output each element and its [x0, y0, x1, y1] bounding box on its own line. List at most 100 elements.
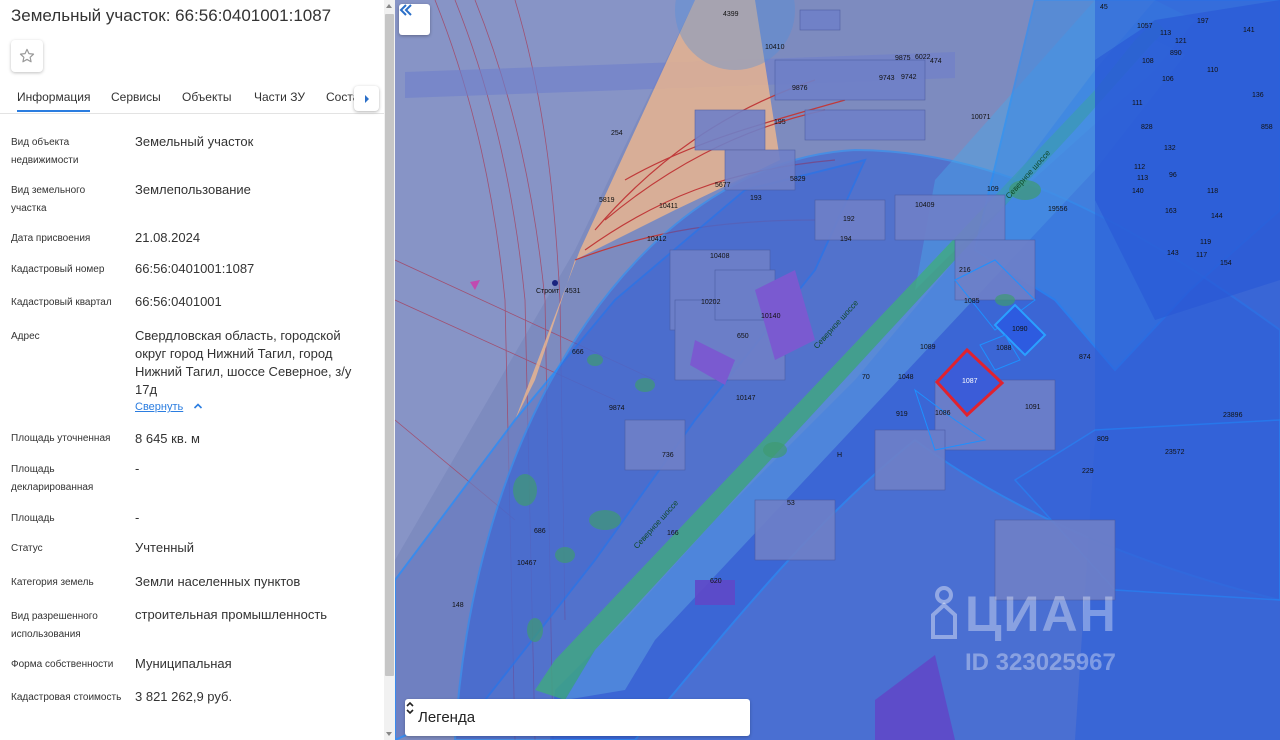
map-label: 108 — [1142, 58, 1154, 65]
collapse-address-link[interactable]: Свернуть — [135, 401, 183, 413]
map-label: 197 — [1197, 18, 1209, 25]
map-label: 96 — [1169, 172, 1177, 179]
map-label: 121 — [1175, 38, 1187, 45]
map-label: 650 — [737, 333, 749, 340]
map-label: 140 — [1132, 188, 1144, 195]
row-value-area-declared: - — [135, 461, 140, 476]
legend-select[interactable]: Легенда — [405, 699, 750, 736]
map-label: 890 — [1170, 50, 1182, 57]
double-chevron-left-icon — [399, 4, 412, 16]
map-canvas[interactable] — [395, 0, 1280, 740]
map-label: 113 — [1160, 30, 1172, 37]
map-label: 163 — [1165, 208, 1177, 215]
map-label: 919 — [896, 411, 908, 418]
cian-logo-icon — [931, 586, 957, 639]
map-label: 10410 — [765, 44, 785, 51]
map-label: 10408 — [710, 253, 730, 260]
map-label: 23896 — [1223, 412, 1243, 419]
row-label-land-category: Категория земель — [11, 577, 94, 588]
map-label: Н — [837, 452, 843, 459]
row-value-land-category: Земли населенных пунктов — [135, 574, 301, 589]
row-label-ownership: Форма собственности — [11, 659, 114, 670]
row-value-cadastral-number: 66:56:0401001:1087 — [135, 261, 255, 276]
row-label-cadastral-value: Кадастровая стоимость — [11, 692, 122, 703]
map-label: 109 — [987, 186, 999, 193]
map-label: 1088 — [996, 345, 1012, 352]
map-label: 216 — [959, 267, 971, 274]
map-label: 111 — [1132, 100, 1143, 107]
row-label-area: Площадь — [11, 513, 55, 524]
map-label: 1091 — [1025, 404, 1041, 411]
row-label-cadastral-number: Кадастровый номер — [11, 264, 105, 275]
map-label: 474 — [930, 58, 942, 65]
map-label: 113 — [1137, 175, 1149, 182]
map-label: 192 — [843, 216, 855, 223]
tab-parts[interactable]: Части ЗУ — [254, 90, 305, 104]
row-value-cadastral-block: 66:56:0401001 — [135, 294, 222, 309]
chevron-up-icon[interactable] — [193, 402, 203, 410]
map-label: 70 — [862, 374, 870, 381]
row-value-object-type: Земельный участок — [135, 134, 254, 149]
map-label: 10411 — [659, 203, 678, 210]
map-label: 1090 — [1012, 326, 1028, 333]
tabs-scroll-right-button[interactable] — [354, 86, 379, 111]
map-label: 9875 — [895, 55, 911, 62]
map-label: 9874 — [609, 405, 625, 412]
watermark-brand: ЦИАН — [965, 586, 1118, 642]
map-label: 809 — [1097, 436, 1109, 443]
row-label-cadastral-block: Кадастровый квартал — [11, 297, 112, 308]
map-label: 132 — [1164, 145, 1176, 152]
map-label: 195 — [774, 119, 786, 126]
map-label: 10467 — [517, 560, 537, 567]
map-label: 5829 — [790, 176, 806, 183]
map-label: 4399 — [723, 11, 739, 18]
row-value-address: Свердловская область, городской округ го… — [135, 328, 352, 397]
map-label: 53 — [787, 500, 795, 507]
stop-marker — [552, 280, 558, 286]
map-label: 10147 — [736, 395, 756, 402]
map-label: 5819 — [599, 197, 615, 204]
map-label: 828 — [1141, 124, 1153, 131]
map-label: 117 — [1196, 252, 1208, 259]
map-label: 119 — [1200, 239, 1212, 246]
map-label: 23572 — [1165, 449, 1185, 456]
tab-bar: Информация Сервисы Объекты Части ЗУ Сост… — [0, 86, 384, 114]
legend-label: Легенда — [418, 709, 476, 726]
map-label: 5677 — [715, 182, 731, 189]
tab-information[interactable]: Информация — [17, 90, 91, 112]
map-label: 9876 — [792, 85, 808, 92]
map-label: 666 — [572, 349, 584, 356]
map-label: 4531 — [565, 288, 581, 295]
row-label-permitted-use: Вид разрешенного использования — [11, 611, 98, 640]
map-label: 10071 — [971, 114, 991, 121]
map-label: 1048 — [898, 374, 914, 381]
map-label: 1057 — [1137, 23, 1153, 30]
tab-services[interactable]: Сервисы — [111, 90, 161, 104]
map-label: 1085 — [964, 298, 980, 305]
scroll-thumb[interactable] — [385, 14, 394, 676]
map-label: 45 — [1100, 4, 1108, 11]
map-label: 136 — [1252, 92, 1264, 99]
favorite-button[interactable] — [11, 40, 43, 72]
cadastral-map[interactable]: 4399 10410 9875 6022 474 9743 9742 9876 … — [395, 0, 1280, 740]
map-label: Строит — [536, 288, 560, 295]
row-value-status: Учтенный — [135, 540, 195, 555]
scroll-down-arrow[interactable] — [386, 732, 392, 736]
map-label: 154 — [1220, 260, 1232, 267]
map-label: 9743 — [879, 75, 895, 82]
map-label: 143 — [1167, 250, 1179, 257]
tab-objects[interactable]: Объекты — [182, 90, 232, 104]
map-label: 620 — [710, 578, 722, 585]
scroll-up-arrow[interactable] — [386, 4, 392, 8]
panel-scrollbar[interactable] — [384, 0, 395, 740]
map-label: 229 — [1082, 468, 1094, 475]
row-value-parcel-type: Землепользование — [135, 182, 251, 197]
row-value-area-refined: 8 645 кв. м — [135, 431, 200, 446]
row-label-address: Адрес — [11, 331, 40, 342]
map-label: 10140 — [761, 313, 781, 320]
map-label: 194 — [840, 236, 852, 243]
collapse-panel-button[interactable] — [399, 4, 430, 35]
map-label: 9742 — [901, 74, 917, 81]
row-value-date: 21.08.2024 — [135, 230, 201, 245]
row-value-area: - — [135, 510, 140, 525]
